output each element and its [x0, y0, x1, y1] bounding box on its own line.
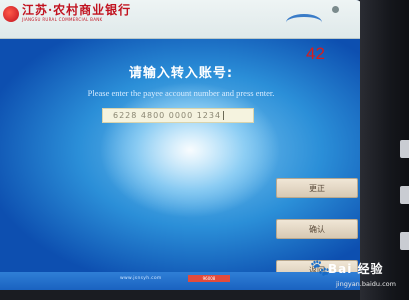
- countdown-timer: 42: [306, 44, 325, 63]
- correct-button[interactable]: 更正: [276, 178, 358, 198]
- footer-hotline-badge: 96008: [188, 275, 230, 282]
- bank-name: 江苏·农村商业银行: [22, 3, 132, 17]
- footer-url: www.jsnsyh.com: [120, 276, 162, 281]
- confirm-button-label: 确认: [309, 224, 325, 234]
- prompt-title: 请输入转入账号:: [128, 66, 234, 81]
- side-key-3[interactable]: [400, 232, 409, 250]
- text-cursor: [223, 111, 225, 120]
- footer-bar: www.jsnsyh.com 96008: [0, 272, 362, 290]
- unionpay-emblem-icon: [286, 14, 322, 31]
- status-dot-icon: [332, 6, 339, 13]
- bank-logo-icon: [3, 5, 19, 22]
- side-key-2[interactable]: [400, 186, 409, 204]
- bank-logo: 江苏·农村商业银行 JIANGSU RURAL COMMERCIAL BANK: [3, 4, 131, 23]
- correct-button-label: 更正: [309, 183, 325, 193]
- account-number-input[interactable]: 6228 4800 0000 1234: [102, 108, 254, 123]
- confirm-button[interactable]: 确认: [276, 219, 358, 239]
- atm-screen: 江苏·农村商业银行 JIANGSU RURAL COMMERCIAL BANK …: [0, 0, 362, 290]
- bank-name-english: JIANGSU RURAL COMMERCIAL BANK: [22, 17, 103, 22]
- header-bar: 江苏·农村商业银行 JIANGSU RURAL COMMERCIAL BANK: [0, 0, 362, 39]
- account-number-value: 6228 4800 0000 1234: [113, 111, 222, 120]
- prompt-instruction: Please enter the payee account number an…: [87, 88, 275, 98]
- atm-bezel: [360, 0, 409, 300]
- side-key-1[interactable]: [400, 140, 409, 158]
